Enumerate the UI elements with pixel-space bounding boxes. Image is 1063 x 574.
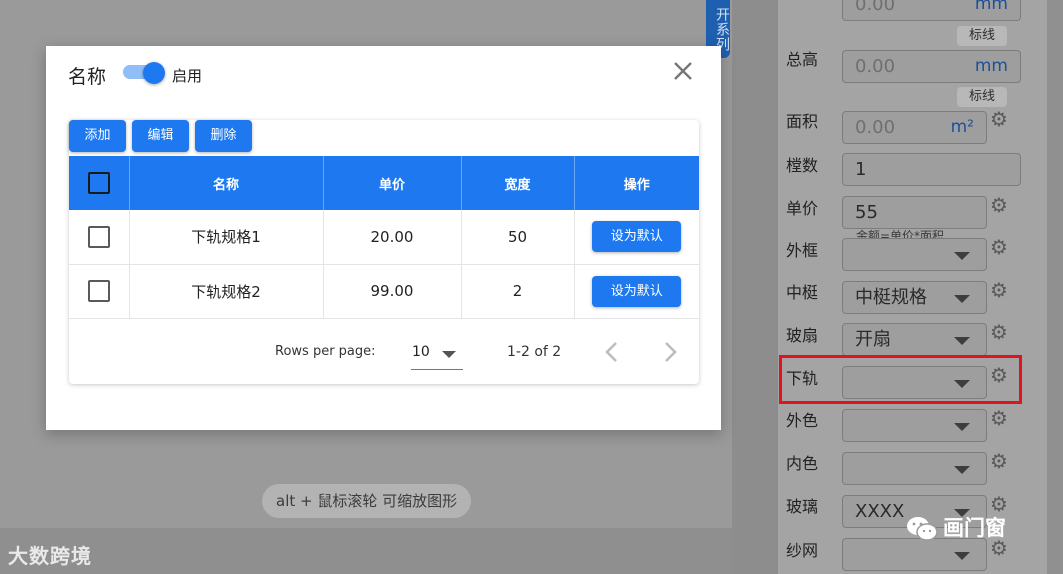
watermark-right-text: 画门窗 [943,516,1006,540]
chevron-down-icon [954,552,970,560]
glass-gear-icon[interactable]: ⚙ [990,494,1010,514]
inner-color-select[interactable] [842,452,987,485]
prev-page-icon[interactable] [599,338,627,366]
row-action-cell: 设为默认 [574,210,699,265]
rows-per-page-value: 10 [412,344,430,360]
width-unit: mm [974,0,1008,14]
price-value: 55 [855,202,878,223]
mullion-value: 中梃规格 [855,287,927,308]
select-all-checkbox[interactable] [87,172,110,194]
area-field[interactable]: 0.00 m² [842,111,987,144]
price-field[interactable]: 55 [842,196,987,229]
row-price: 99.00 [323,264,462,319]
price-gear-icon[interactable]: ⚙ [990,195,1010,215]
watermark-left: 大数跨境 [8,544,92,568]
outer-color-select[interactable] [842,409,987,442]
delete-button[interactable]: 删除 [195,120,252,152]
height-value: 0.00 [855,56,896,77]
zoom-hint: alt + 鼠标滚轮 可缩放图形 [262,484,472,518]
row-checkbox[interactable] [87,225,110,248]
chevron-down-icon [442,351,456,358]
count-label: 樘数 [786,156,819,175]
frame-label: 外框 [786,241,819,260]
row-checkbox-cell [69,210,130,265]
glass-value: XXXX [855,501,905,522]
rail-highlight-box [779,355,1022,404]
properties-scrollbar[interactable] [1047,0,1063,574]
mullion-select[interactable]: 中梃规格 [842,281,987,314]
height-unit: mm [974,56,1008,76]
row-width: 50 [461,210,575,265]
outer-color-label: 外色 [786,411,819,430]
chevron-down-icon [954,466,970,474]
table-row[interactable]: 下轨规格1 20.00 50 设为默认 [69,210,699,265]
width-value: 0.00 [855,0,896,15]
enable-switch-label: 启用 [172,67,203,85]
area-label: 面积 [786,112,819,131]
edit-button[interactable]: 编辑 [132,120,189,152]
inner-color-gear-icon[interactable]: ⚙ [990,451,1010,471]
screen-label: 纱网 [786,541,819,560]
column-header-action: 操作 [574,156,699,210]
column-header-name[interactable]: 名称 [129,156,324,210]
width-field[interactable]: 0.00 mm [842,0,1021,21]
frame-gear-icon[interactable]: ⚙ [990,237,1010,257]
rows-per-page-select[interactable]: 10 [411,340,463,370]
set-default-button[interactable]: 设为默认 [592,221,682,253]
pagination-range: 1-2 of 2 [507,344,562,360]
table-footer: Rows per page: 10 1-2 of 2 [69,320,699,384]
mullion-gear-icon[interactable]: ⚙ [990,280,1010,300]
frame-select[interactable] [842,238,987,271]
wechat-icon [907,517,938,541]
price-label: 单价 [786,199,819,218]
add-button[interactable]: 添加 [69,120,126,152]
sash-label: 玻扇 [786,326,819,345]
row-width: 2 [461,264,575,319]
chevron-down-icon [954,423,970,431]
area-unit: m² [950,117,974,137]
biaoxian-button-1[interactable]: 标线 [957,26,1007,46]
chevron-down-icon [954,252,970,260]
chevron-down-icon [954,337,970,345]
select-all-cell [69,156,130,210]
glass-label: 玻璃 [786,497,819,516]
dialog-title: 名称 [68,66,107,88]
sash-select[interactable]: 开扇 [842,323,987,356]
mullion-label: 中梃 [786,283,819,302]
row-checkbox-cell [69,264,130,319]
switch-thumb [143,62,165,84]
area-gear-icon[interactable]: ⚙ [990,109,1010,129]
row-price: 20.00 [323,210,462,265]
next-page-icon[interactable] [656,338,684,366]
spec-table: 名称 单价 宽度 操作 下轨规格1 20.00 50 设为默认 下轨规格2 99… [69,156,699,319]
count-field[interactable]: 1 [842,153,1021,186]
column-header-price[interactable]: 单价 [323,156,462,210]
rows-per-page-label: Rows per page: [275,344,376,359]
watermark-right: 画门窗 [905,512,1006,543]
chevron-down-icon [954,295,970,303]
table-header-row: 名称 单价 宽度 操作 [69,156,699,210]
row-name: 下轨规格2 [129,264,324,319]
enable-switch[interactable] [123,62,167,84]
inner-color-label: 内色 [786,454,819,473]
sash-gear-icon[interactable]: ⚙ [990,322,1010,342]
row-checkbox[interactable] [87,280,110,302]
spec-table-card: 添加 编辑 删除 名称 单价 宽度 操作 下轨规格1 20.00 50 设为默认… [69,120,699,384]
height-label: 总高 [786,50,819,69]
row-action-cell: 设为默认 [574,264,699,319]
biaoxian-button-2[interactable]: 标线 [957,87,1007,107]
sash-value: 开扇 [855,329,891,350]
table-row[interactable]: 下轨规格2 99.00 2 设为默认 [69,264,699,319]
height-field[interactable]: 0.00 mm [842,50,1021,83]
column-header-width[interactable]: 宽度 [461,156,575,210]
area-value: 0.00 [855,117,896,138]
count-value: 1 [855,159,867,180]
row-name: 下轨规格1 [129,210,324,265]
canvas-bottom-strip [0,528,732,574]
outer-color-gear-icon[interactable]: ⚙ [990,408,1010,428]
set-default-button[interactable]: 设为默认 [592,275,682,307]
rail-spec-dialog: 名称 启用 添加 编辑 删除 名称 单价 宽度 操作 下轨规格1 20.00 5… [46,46,721,430]
close-icon[interactable] [670,58,696,84]
